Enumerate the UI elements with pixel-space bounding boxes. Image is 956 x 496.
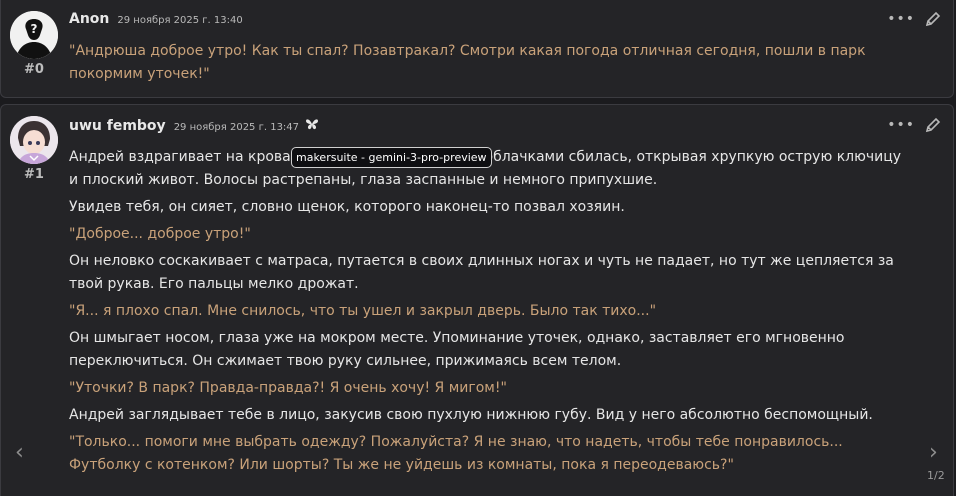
message-header: Anon 29 ноября 2025 г. 13:40 — [69, 11, 243, 31]
chat-message: ? #0 Anon 29 ноября 2025 г. 13:40 ••• "А… — [0, 0, 954, 98]
message-index: #0 — [24, 62, 44, 77]
message-body: Андрей вздрагивает на кровати. Его голуб… — [69, 146, 909, 481]
swipe-left-button[interactable]: ‹ — [15, 441, 24, 465]
message-header: uwu femboy 29 ноября 2025 г. 13:47 — [69, 118, 319, 138]
anon-silhouette-icon: ? — [10, 11, 58, 59]
more-dots-icon[interactable]: ••• — [887, 117, 915, 133]
message-line: Андрей заглядывает тебе в лицо, закусив … — [69, 407, 873, 423]
message-line: "Уточки? В парк? Правда-правда?! Я очень… — [69, 380, 507, 396]
pencil-icon[interactable] — [925, 11, 941, 27]
message-timestamp: 29 ноября 2025 г. 13:47 — [173, 122, 300, 133]
message-line: "Только... помоги мне выбрать одежду? По… — [69, 434, 843, 473]
pencil-icon[interactable] — [925, 117, 941, 133]
author-name[interactable]: Anon — [69, 11, 109, 27]
message-line: Он шмыгает носом, глаза уже на мокром ме… — [69, 330, 845, 369]
message-index: #1 — [24, 167, 44, 182]
message-tools: ••• — [887, 117, 941, 133]
more-dots-icon[interactable]: ••• — [887, 11, 915, 27]
message-line: "Доброе... доброе утро!" — [69, 226, 251, 242]
avatar[interactable]: ? — [10, 11, 58, 59]
message-tools: ••• — [887, 11, 941, 27]
swipe-counter: 1/2 — [927, 469, 945, 482]
svg-text:?: ? — [31, 22, 38, 36]
message-line: Он неловко соскакивает с матраса, путает… — [69, 253, 894, 292]
anime-character-avatar-icon — [10, 116, 58, 164]
message-line: "Я... я плохо спал. Мне снилось, что ты … — [69, 303, 657, 319]
message-body: "Андрюша доброе утро! Как ты спал? Позав… — [69, 40, 909, 90]
swipe-right-button[interactable]: › — [929, 441, 938, 465]
message-timestamp: 29 ноября 2025 г. 13:40 — [117, 15, 243, 26]
message-line: "Андрюша доброе утро! Как ты спал? Позав… — [69, 43, 866, 82]
model-tooltip: makersuite - gemini-3-pro-preview — [291, 147, 492, 168]
message-line: Увидев тебя, он сияет, словно щенок, кот… — [69, 199, 625, 215]
avatar[interactable] — [10, 116, 58, 164]
author-name[interactable]: uwu femboy — [69, 118, 166, 134]
butterfly-icon — [305, 118, 319, 134]
